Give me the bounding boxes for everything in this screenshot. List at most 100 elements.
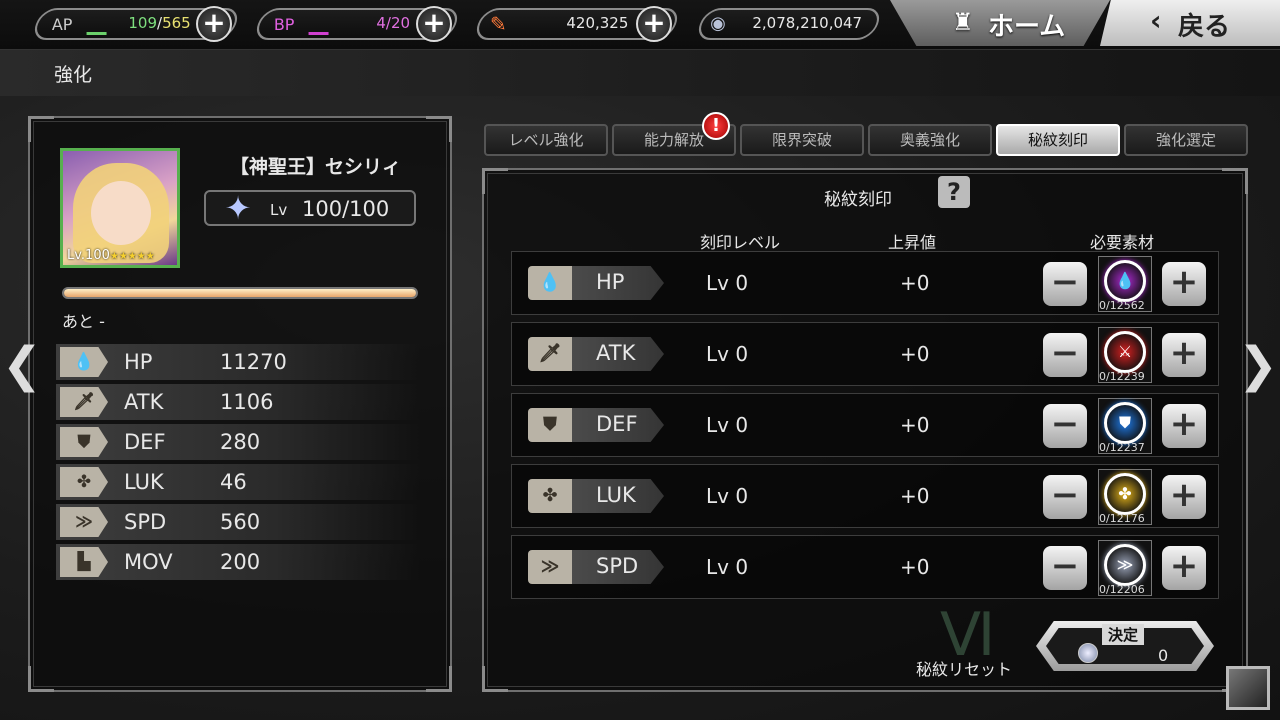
ap-current: 109 xyxy=(128,14,157,32)
tab-4[interactable]: 奥義強化 xyxy=(868,124,992,156)
clover-icon: ✤ xyxy=(60,467,108,497)
minus-button[interactable]: − xyxy=(1043,546,1087,590)
stone-counter: ◉ 2,078,210,047 xyxy=(694,8,884,40)
tab-3[interactable]: 限界突破 xyxy=(740,124,864,156)
stone-value: 2,078,210,047 xyxy=(752,14,863,32)
ap-label: AP xyxy=(51,15,73,34)
corner-ornament xyxy=(426,666,452,692)
stat-name: DEF xyxy=(124,430,166,454)
portrait-level: Lv.100★★★★★ xyxy=(67,248,155,263)
exp-bar xyxy=(62,287,418,299)
page-title: 強化 xyxy=(54,64,93,86)
chevron-left-icon: ‹ xyxy=(1150,4,1162,37)
next-character-arrow[interactable]: ❯ xyxy=(1236,330,1280,400)
material-slot[interactable]: ⛊ 0/12237 xyxy=(1098,398,1152,454)
engrave-level: Lv 0 xyxy=(706,271,749,295)
tab-1[interactable]: レベル強化 xyxy=(484,124,608,156)
stat-name: MOV xyxy=(124,550,173,574)
stat-value: 46 xyxy=(220,470,247,494)
character-portrait[interactable]: Lv.100★★★★★ xyxy=(60,148,180,268)
stat-row: ✤ LUK 46 xyxy=(56,464,420,500)
back-button[interactable]: ‹ 戻る xyxy=(1100,0,1280,46)
tab-6[interactable]: 強化選定 xyxy=(1124,124,1248,156)
stat-row: ⛊ DEF 280 xyxy=(56,424,420,460)
material-slot[interactable]: 💧 0/12562 xyxy=(1098,256,1152,312)
material-count: 0/12239 xyxy=(1099,370,1145,383)
stat-row: ▙ MOV 200 xyxy=(56,544,420,580)
ap-bar xyxy=(86,32,107,35)
shield-icon: ⛊ xyxy=(528,408,572,442)
engrave-level: Lv 0 xyxy=(706,413,749,437)
minus-button[interactable]: − xyxy=(1043,262,1087,306)
column-header-material: 必要素材 xyxy=(1090,233,1155,252)
minus-button[interactable]: − xyxy=(1043,475,1087,519)
character-name: 【神聖王】セシリィ xyxy=(230,156,402,178)
tab-5[interactable]: 秘紋刻印 xyxy=(996,124,1120,156)
column-header-level: 刻印レベル xyxy=(700,233,781,252)
crystal-value: 420,325 xyxy=(566,14,629,32)
engrave-row: 🗡 ATK Lv 0 +0 − ⚔ 0/12239 + xyxy=(511,322,1219,386)
engrave-row: ⛊ DEF Lv 0 +0 − ⛊ 0/12237 + xyxy=(511,393,1219,457)
material-slot[interactable]: ⚔ 0/12239 xyxy=(1098,327,1152,383)
bp-label: BP xyxy=(273,15,295,34)
corner-ornament xyxy=(426,116,452,142)
stat-row: 💧 HP 11270 xyxy=(56,344,420,380)
castle-icon: ♜ xyxy=(952,8,974,36)
home-button[interactable]: ♜ ホーム xyxy=(890,0,1110,46)
alert-badge-icon: ! xyxy=(702,112,730,140)
stat-value: 11270 xyxy=(220,350,287,374)
ap-add-button[interactable]: + xyxy=(196,6,232,42)
bp-add-button[interactable]: + xyxy=(416,6,452,42)
stat-name: HP xyxy=(124,350,153,374)
home-label: ホーム xyxy=(988,12,1066,42)
engrave-level: Lv 0 xyxy=(706,555,749,579)
engrave-increase: +0 xyxy=(900,271,930,295)
crystal-icon: ✎ xyxy=(490,12,507,36)
level-value: 100/100 xyxy=(302,197,390,221)
bp-value: 4/20 xyxy=(376,14,411,32)
level-label: Lv xyxy=(270,201,288,219)
shield-icon: ⛊ xyxy=(60,427,108,457)
plus-button[interactable]: + xyxy=(1162,333,1206,377)
material-count: 0/12562 xyxy=(1099,299,1145,312)
material-orb-icon: ⚔ xyxy=(1104,331,1146,373)
material-orb-icon: ≫ xyxy=(1104,544,1146,586)
minus-button[interactable]: − xyxy=(1043,404,1087,448)
minus-button[interactable]: − xyxy=(1043,333,1087,377)
material-orb-icon: 💧 xyxy=(1104,260,1146,302)
ap-value: 109/565 xyxy=(128,14,190,32)
prev-character-arrow[interactable]: ❮ xyxy=(0,330,44,400)
portrait-face xyxy=(91,181,151,245)
sword-icon: 🗡 xyxy=(60,387,108,417)
stat-value: 1106 xyxy=(220,390,274,414)
engrave-stat-name: HP xyxy=(596,270,625,294)
corner-ornament xyxy=(482,666,508,692)
portrait-level-text: Lv.100 xyxy=(67,248,110,263)
help-button[interactable]: ? xyxy=(938,176,970,208)
corner-ornament xyxy=(28,116,54,142)
clover-icon: ✤ xyxy=(528,479,572,513)
sword-icon: 🗡 xyxy=(528,337,572,371)
reset-button[interactable]: 秘紋リセット xyxy=(916,656,1012,680)
plus-button[interactable]: + xyxy=(1162,404,1206,448)
material-count: 0/12237 xyxy=(1099,441,1145,454)
crystal-add-button[interactable]: + xyxy=(636,6,672,42)
plus-button[interactable]: + xyxy=(1162,475,1206,519)
stat-value: 280 xyxy=(220,430,261,454)
confirm-label: 決定 xyxy=(1102,624,1145,645)
material-count: 0/12176 xyxy=(1099,512,1145,525)
ap-separator: / xyxy=(156,14,162,32)
engrave-increase: +0 xyxy=(900,342,930,366)
plus-button[interactable]: + xyxy=(1162,546,1206,590)
engrave-stat-name: LUK xyxy=(596,483,636,507)
engrave-stat-name: SPD xyxy=(596,554,639,578)
material-orb-icon: ✤ xyxy=(1104,473,1146,515)
menu-corner-button[interactable] xyxy=(1226,666,1270,710)
stat-value: 200 xyxy=(220,550,261,574)
stat-name: ATK xyxy=(124,390,164,414)
engrave-increase: +0 xyxy=(900,484,930,508)
exp-bar-fill xyxy=(64,289,416,297)
material-slot[interactable]: ✤ 0/12176 xyxy=(1098,469,1152,525)
material-slot[interactable]: ≫ 0/12206 xyxy=(1098,540,1152,596)
plus-button[interactable]: + xyxy=(1162,262,1206,306)
